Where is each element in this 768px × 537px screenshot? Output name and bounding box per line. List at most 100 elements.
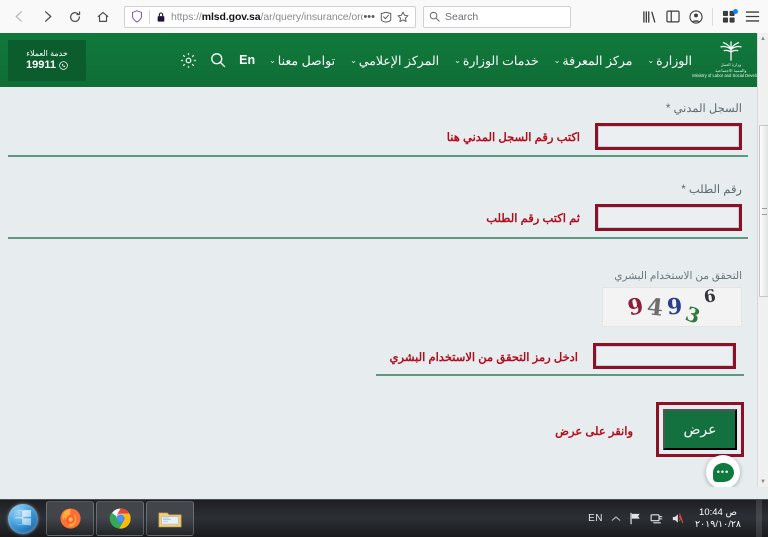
volume-icon[interactable] (671, 512, 684, 525)
windows-taskbar: EN 10:44 ص ٢٠١٩/١٠/٢٨ (0, 499, 768, 537)
chevron-down-icon: ⌄ (553, 55, 561, 65)
search-bar[interactable]: Search (423, 5, 571, 28)
nav-item-contact-us[interactable]: تواصل معنا ⌄ (269, 53, 335, 68)
civil-id-input-highlight (595, 123, 742, 150)
chevron-down-icon: ⌄ (454, 55, 461, 65)
start-button[interactable] (2, 501, 44, 536)
back-icon[interactable] (6, 4, 32, 30)
hamburger-menu-icon[interactable] (745, 10, 760, 23)
chat-widget-button[interactable]: ••• (706, 455, 740, 487)
taskbar-item-firefox[interactable] (46, 501, 94, 536)
submit-annotation: وانقر على عرض (555, 426, 633, 438)
order-number-divider (8, 237, 748, 239)
reload-icon[interactable] (62, 4, 88, 30)
captcha-label: التحقق من الاستخدام البشري (614, 270, 742, 282)
system-tray: EN 10:44 ص ٢٠١٩/١٠/٢٨ (588, 500, 768, 537)
taskbar-clock[interactable]: 10:44 ص ٢٠١٩/١٠/٢٨ (692, 507, 748, 531)
tracking-protection-icon[interactable] (129, 10, 145, 24)
folder-icon (158, 512, 182, 527)
nav-item-ministry[interactable]: الوزارة ⌄ (647, 53, 692, 68)
scroll-up-arrow-icon[interactable]: ▲ (758, 33, 768, 44)
phone-icon (59, 60, 68, 70)
civil-id-divider (8, 155, 748, 157)
palm-tree-icon (720, 41, 742, 61)
order-number-input[interactable] (598, 207, 739, 228)
forward-icon[interactable] (34, 4, 60, 30)
taskbar-item-explorer[interactable] (146, 501, 194, 536)
library-icon[interactable] (642, 10, 657, 24)
reader-view-icon[interactable] (380, 11, 392, 23)
navigation-buttons (0, 4, 116, 30)
browser-toolbar-actions (642, 7, 768, 26)
captcha-char: 9 (625, 292, 646, 322)
order-number-label: رقم الطلب * (681, 184, 742, 196)
search-input[interactable]: Search (445, 11, 478, 23)
scroll-down-arrow-icon[interactable]: ▼ (758, 476, 768, 487)
submit-button-highlight: عرض (656, 402, 744, 457)
firefox-icon (59, 508, 81, 529)
nav-label: مركز المعرفة (562, 53, 633, 68)
site-header: وزارة العمل والتنمية الاجتماعية Ministry… (0, 33, 768, 87)
extensions-icon[interactable] (722, 8, 738, 24)
taskbar-item-chrome[interactable] (96, 501, 144, 536)
captcha-divider (376, 374, 744, 376)
site-search-icon[interactable] (210, 52, 226, 68)
ministry-logo[interactable]: وزارة العمل والتنمية الاجتماعية Ministry… (692, 33, 768, 87)
civil-id-annotation: اكتب رقم السجل المدني هنا (446, 132, 580, 144)
nav-item-ministry-services[interactable]: خدمات الوزارة ⌄ (454, 53, 539, 68)
customer-service-title: خدمة العملاء (26, 49, 68, 58)
url-divider (149, 9, 150, 24)
site-nav-menu: الوزارة ⌄ مركز المعرفة ⌄ خدمات الوزارة ⌄… (269, 53, 692, 68)
scrollbar-thumb[interactable] (759, 125, 768, 297)
captcha-char: 4 (645, 292, 665, 322)
language-toggle-button[interactable]: En (239, 53, 255, 67)
network-flag-icon[interactable] (629, 512, 642, 525)
page-content: السجل المدني * اكتب رقم السجل المدني هنا… (0, 87, 758, 487)
chrome-icon (109, 508, 131, 529)
customer-service-number: 19911 (26, 59, 68, 71)
chat-bubble-icon: ••• (712, 462, 734, 482)
search-icon (429, 11, 440, 22)
sidebar-icon[interactable] (666, 10, 680, 23)
scrollbar-grip (762, 208, 767, 215)
url-bar[interactable]: https://mlsd.gov.sa/ar/query/insurance/o… (124, 5, 416, 28)
url-text[interactable]: https://mlsd.gov.sa/ar/query/insurance/o… (171, 11, 363, 23)
nav-label: خدمات الوزارة (462, 53, 539, 68)
page-actions-icon[interactable]: ••• (363, 11, 375, 23)
submit-button[interactable]: عرض (663, 409, 737, 450)
nav-item-media-center[interactable]: المركز الإعلامي ⌄ (350, 53, 439, 68)
clock-time: 10:44 ص (699, 506, 737, 518)
home-icon[interactable] (90, 4, 116, 30)
toolbar-divider (712, 7, 713, 26)
captcha-char: 9 (666, 293, 684, 321)
customer-service-badge[interactable]: خدمة العملاء 19911 (8, 39, 86, 81)
nav-item-knowledge-center[interactable]: مركز المعرفة ⌄ (554, 53, 633, 68)
screen: https://mlsd.gov.sa/ar/query/insurance/o… (0, 0, 768, 537)
captcha-annotation: ادخل رمز التحقق من الاستخدام البشري (389, 352, 579, 364)
captcha-input-highlight (593, 343, 736, 369)
extensions-badge (733, 8, 738, 14)
clock-date: ٢٠١٩/١٠/٢٨ (694, 518, 742, 530)
chevron-down-icon: ⌄ (647, 55, 655, 65)
nav-label: تواصل معنا (277, 53, 336, 68)
show-desktop-button[interactable] (756, 500, 762, 537)
page-scrollbar[interactable]: ▲ ▼ (757, 33, 768, 487)
action-center-icon[interactable] (650, 512, 663, 525)
captcha-input[interactable] (596, 346, 733, 366)
chevron-down-icon: ⌄ (350, 55, 357, 65)
settings-gear-icon[interactable] (180, 52, 197, 69)
show-hidden-icons-icon[interactable] (611, 515, 621, 523)
chevron-down-icon: ⌄ (269, 55, 276, 65)
captcha-char: 3 (683, 301, 704, 329)
civil-id-input[interactable] (598, 126, 739, 147)
nav-label: الوزارة (656, 53, 692, 68)
captcha-char: 6 (703, 286, 718, 308)
civil-id-label: السجل المدني * (665, 103, 742, 115)
bookmark-star-icon[interactable] (397, 11, 409, 23)
lock-icon[interactable] (154, 11, 167, 23)
captcha-image: 9 4 9 3 6 (602, 286, 742, 329)
order-number-annotation: ثم اكتب رقم الطلب (486, 213, 580, 225)
tray-language-indicator[interactable]: EN (588, 513, 603, 524)
account-icon[interactable] (689, 9, 703, 24)
order-number-input-highlight (595, 204, 742, 231)
